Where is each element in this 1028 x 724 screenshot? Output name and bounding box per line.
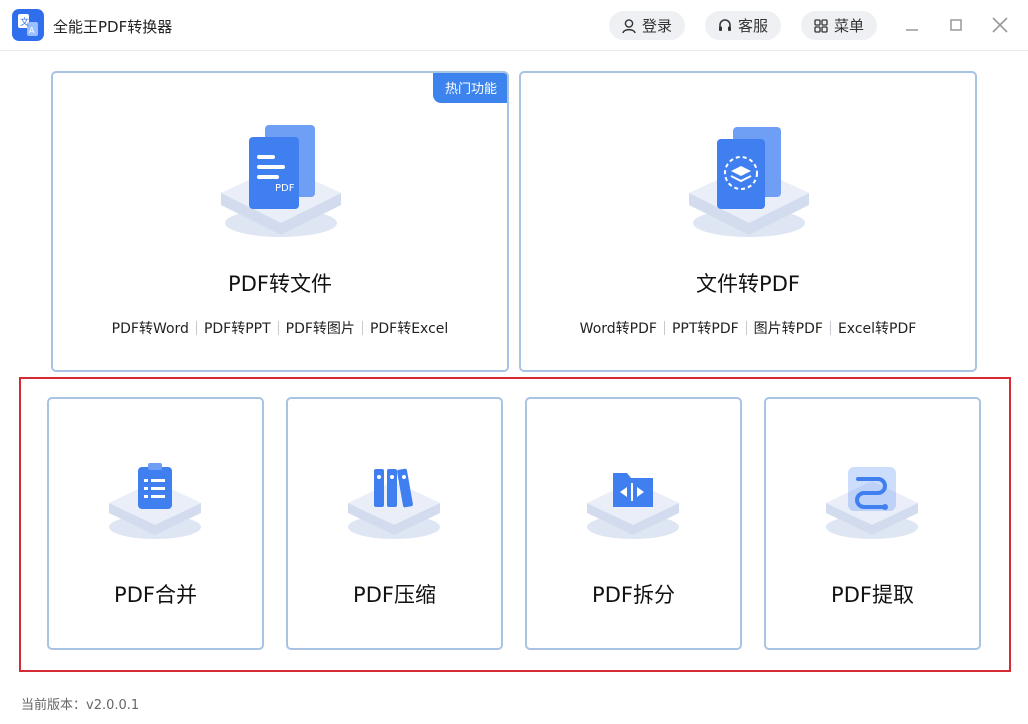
link-pdf-to-ppt[interactable]: PDF转PPT: [204, 321, 271, 337]
link-pdf-to-excel[interactable]: PDF转Excel: [370, 321, 448, 337]
link-divider: [361, 321, 363, 335]
pdf-split-card[interactable]: PDF拆分: [525, 397, 742, 650]
headset-icon: [719, 18, 731, 31]
binders-icon: [348, 468, 440, 539]
version-label: 当前版本：v2.0.0.1: [21, 698, 140, 713]
user-icon: [622, 18, 636, 33]
link-divider: [663, 321, 665, 335]
file-convert-icon: [689, 127, 809, 237]
pdf-to-file-title: PDF转文件: [228, 272, 332, 296]
login-button[interactable]: 登录: [609, 11, 685, 40]
pdf-compress-card[interactable]: PDF压缩: [286, 397, 503, 650]
link-divider: [195, 321, 197, 335]
svg-text:文: 文: [20, 16, 29, 28]
pdf-to-file-card[interactable]: 热门功能 PDF PDF转文件 PDF转Word PDF转PPT PDF转图片 PDF…: [51, 71, 509, 372]
menu-label: 菜单: [834, 17, 865, 35]
close-icon: [992, 17, 1008, 33]
link-pdf-to-word[interactable]: PDF转Word: [112, 321, 189, 337]
pdf-extract-title: PDF提取: [831, 583, 914, 607]
pdf-extract-card[interactable]: PDF提取: [764, 397, 981, 650]
title-bar: 文 A 全能王PDF转换器 登录 客服 菜单: [0, 0, 1028, 51]
service-label: 客服: [738, 17, 769, 35]
link-excel-to-pdf[interactable]: Excel转PDF: [838, 321, 916, 337]
pdf-split-title: PDF拆分: [592, 583, 675, 607]
split-folder-icon: [587, 473, 679, 539]
login-label: 登录: [642, 17, 673, 35]
pdf-to-file-links: PDF转Word PDF转PPT PDF转图片 PDF转Excel: [53, 318, 507, 338]
maximize-icon: [950, 19, 962, 31]
file-to-pdf-card[interactable]: 文件转PDF Word转PDF PPT转PDF 图片转PDF Excel转PDF: [519, 71, 977, 372]
link-divider: [829, 321, 831, 335]
pdf-merge-card[interactable]: PDF合并: [47, 397, 264, 650]
pdf-document-icon: PDF: [221, 125, 341, 237]
clipboard-checklist-icon: [109, 463, 201, 539]
svg-text:PDF: PDF: [275, 183, 295, 194]
link-ppt-to-pdf[interactable]: PPT转PDF: [672, 321, 739, 337]
grid-menu-icon: [814, 18, 828, 33]
link-pdf-to-image[interactable]: PDF转图片: [286, 321, 355, 337]
svg-text:A: A: [29, 26, 35, 35]
close-button[interactable]: [989, 14, 1011, 36]
pdf-merge-title: PDF合并: [114, 583, 197, 607]
link-divider: [277, 321, 279, 335]
link-divider: [745, 321, 747, 335]
link-image-to-pdf[interactable]: 图片转PDF: [754, 321, 823, 337]
customer-service-button[interactable]: 客服: [705, 11, 781, 40]
menu-button[interactable]: 菜单: [801, 11, 877, 40]
app-logo-icon: 文 A: [12, 9, 44, 41]
pdf-compress-title: PDF压缩: [353, 583, 436, 607]
maximize-button[interactable]: [945, 14, 967, 36]
extract-path-icon: [826, 467, 918, 539]
file-to-pdf-links: Word转PDF PPT转PDF 图片转PDF Excel转PDF: [521, 318, 975, 338]
app-title: 全能王PDF转换器: [53, 18, 173, 36]
minimize-button[interactable]: [901, 14, 923, 36]
link-word-to-pdf[interactable]: Word转PDF: [580, 321, 657, 337]
minimize-icon: [906, 29, 918, 31]
file-to-pdf-title: 文件转PDF: [696, 272, 800, 296]
